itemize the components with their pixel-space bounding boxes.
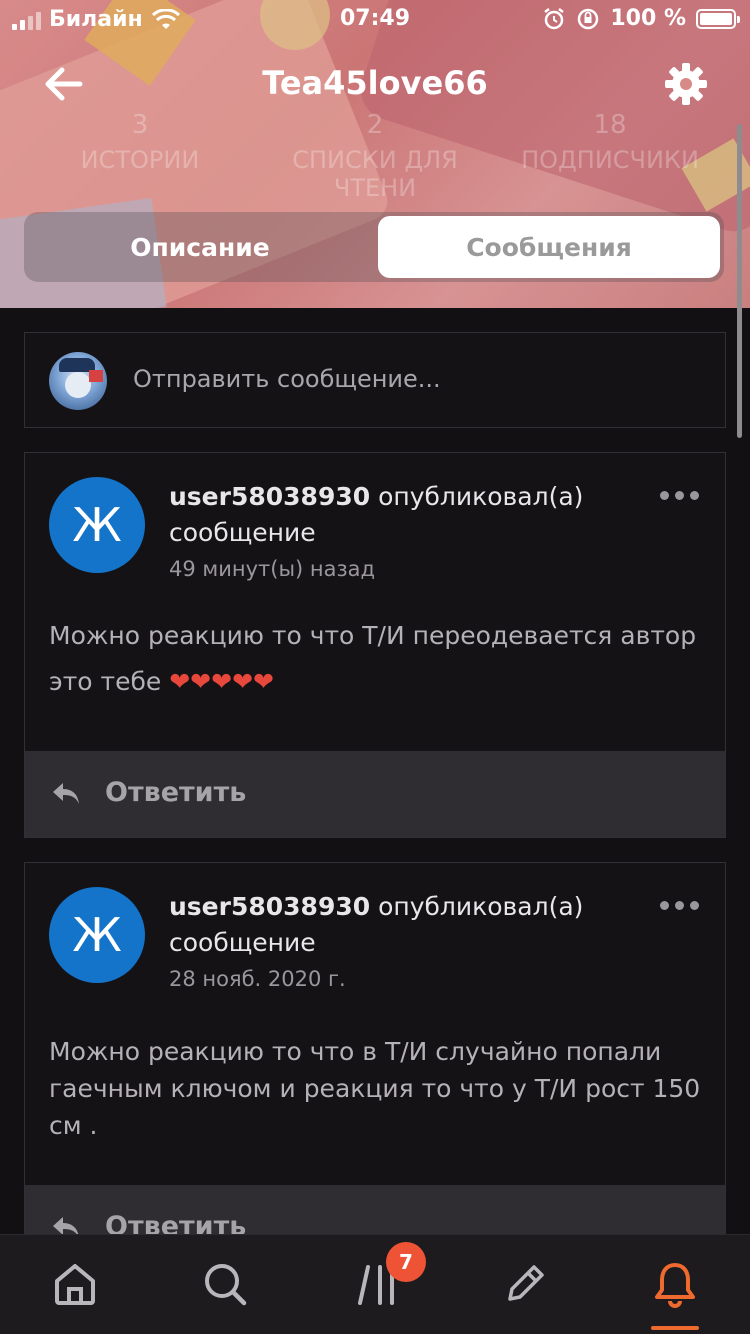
author-avatar[interactable]: Ж xyxy=(49,477,145,573)
reply-arrow-icon xyxy=(53,783,79,804)
scrollbar[interactable] xyxy=(737,124,742,438)
stat-label: СПИСКИ ДЛЯ ЧТЕНИ xyxy=(292,146,458,202)
active-tab-indicator xyxy=(651,1326,699,1330)
message-header: user58038930 опубликовал(а) сообщение xyxy=(169,479,639,551)
orientation-lock-icon xyxy=(578,8,599,29)
profile-tabs: Описание Сообщения xyxy=(24,212,724,282)
tab-description[interactable]: Описание xyxy=(28,216,372,278)
author-username[interactable]: user58038930 xyxy=(169,892,370,921)
more-options-icon[interactable] xyxy=(660,901,699,910)
message-card: Ж user58038930 опубликовал(а) сообщение … xyxy=(24,452,726,838)
profile-username-title: Tea45love66 xyxy=(262,64,488,102)
reply-button[interactable]: Ответить xyxy=(25,751,725,837)
pencil-icon[interactable] xyxy=(500,1259,550,1309)
message-text-content: Можно реакцию то что Т/И переодевается а… xyxy=(49,621,697,696)
reply-label: Ответить xyxy=(105,777,247,808)
stat-stories[interactable]: 3 ИСТОРИИ xyxy=(60,110,220,174)
stat-count: 3 xyxy=(131,110,149,140)
battery-icon xyxy=(696,8,740,29)
search-icon[interactable] xyxy=(200,1259,250,1309)
profile-stats: 3 ИСТОРИИ 2 СПИСКИ ДЛЯ ЧТЕНИ 18 ПОДПИСЧИ… xyxy=(0,110,750,202)
message-card: Ж user58038930 опубликовал(а) сообщение … xyxy=(24,862,726,1271)
heart-emojis: ❤❤❤❤❤ xyxy=(169,667,274,696)
gear-icon[interactable] xyxy=(662,60,710,108)
library-badge: 7 xyxy=(386,1242,426,1282)
home-icon[interactable] xyxy=(50,1259,100,1309)
send-message-field[interactable]: Отправить сообщение... xyxy=(24,332,726,428)
alarm-icon xyxy=(544,7,565,29)
status-bar: Билайн 07:49 100 % xyxy=(0,0,750,40)
stat-label: ИСТОРИИ xyxy=(80,146,200,174)
profile-header: Билайн 07:49 100 % Tea45love66 3 ИСТОРИИ… xyxy=(0,0,750,308)
stat-followers[interactable]: 18 ПОДПИСЧИКИ xyxy=(515,110,705,174)
message-timestamp: 28 нояб. 2020 г. xyxy=(169,967,346,991)
message-text: Можно реакцию то что Т/И переодевается а… xyxy=(49,613,709,705)
message-timestamp: 49 минут(ы) назад xyxy=(169,557,376,581)
tab-messages[interactable]: Сообщения xyxy=(378,216,720,278)
author-username[interactable]: user58038930 xyxy=(169,482,370,511)
author-avatar[interactable]: Ж xyxy=(49,887,145,983)
bell-icon[interactable] xyxy=(650,1259,700,1309)
stat-count: 18 xyxy=(593,110,627,140)
stat-reading-lists[interactable]: 2 СПИСКИ ДЛЯ ЧТЕНИ xyxy=(255,110,495,202)
more-options-icon[interactable] xyxy=(660,491,699,500)
stat-count: 2 xyxy=(366,110,384,140)
stat-label: ПОДПИСЧИКИ xyxy=(521,146,699,174)
message-header: user58038930 опубликовал(а) сообщение xyxy=(169,889,639,961)
bottom-tab-bar xyxy=(0,1234,750,1334)
battery-percent: 100 % xyxy=(610,6,686,31)
send-message-placeholder[interactable]: Отправить сообщение... xyxy=(133,365,441,393)
message-text: Можно реакцию то что в Т/И случайно попа… xyxy=(49,1037,701,1140)
current-user-avatar xyxy=(49,352,107,410)
